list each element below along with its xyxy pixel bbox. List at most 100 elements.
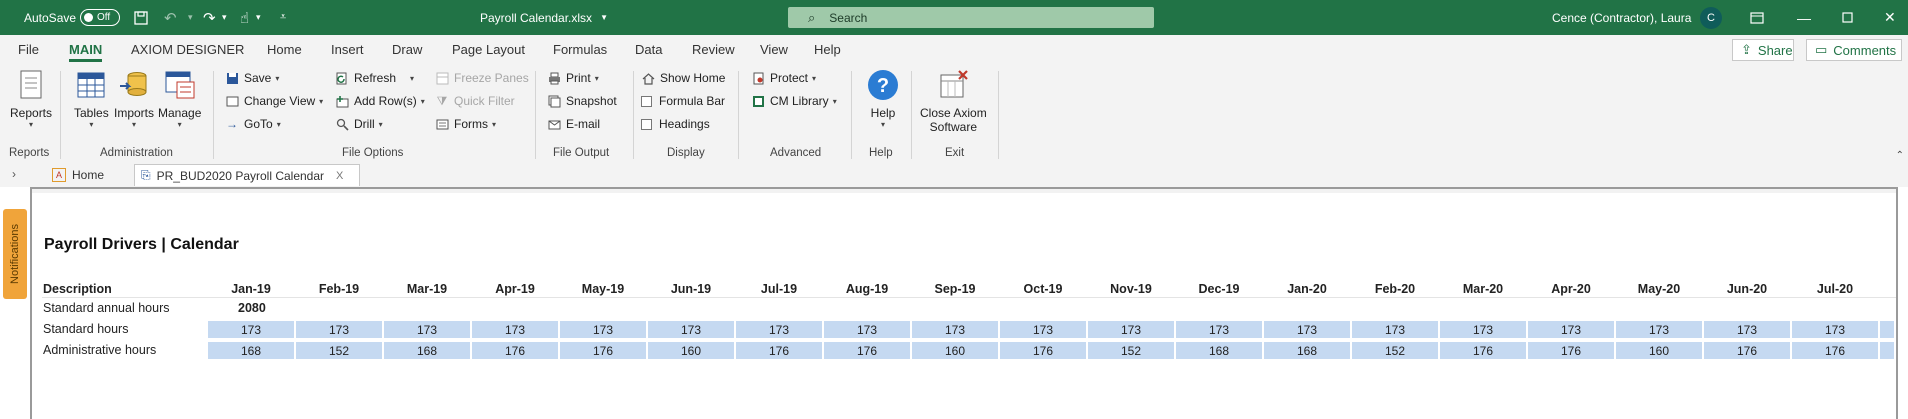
close-axiom-button[interactable]: Close Axiom Software bbox=[920, 68, 987, 134]
snapshot-button[interactable]: Snapshot bbox=[547, 94, 617, 108]
table-cell[interactable]: 173 bbox=[1792, 321, 1878, 338]
month-header[interactable]: May-20 bbox=[1619, 282, 1699, 296]
table-cell[interactable]: 160 bbox=[1616, 342, 1702, 359]
tab-file[interactable]: File bbox=[18, 42, 39, 57]
table-cell[interactable]: 168 bbox=[384, 342, 470, 359]
tab-review[interactable]: Review bbox=[692, 42, 735, 57]
table-cell[interactable]: 176 bbox=[1792, 342, 1878, 359]
table-cell[interactable]: 176 bbox=[560, 342, 646, 359]
month-header[interactable]: Feb-19 bbox=[299, 282, 379, 296]
cm-library-button[interactable]: CM Library ▾ bbox=[751, 94, 837, 108]
table-cell[interactable]: 176 bbox=[1704, 342, 1790, 359]
tab-insert[interactable]: Insert bbox=[331, 42, 364, 57]
user-name[interactable]: Cence (Contractor), Laura bbox=[1552, 0, 1691, 35]
tab-page-layout[interactable]: Page Layout bbox=[452, 42, 525, 57]
customize-qat-icon[interactable]: ⩡ bbox=[280, 0, 286, 35]
table-cell[interactable]: 173 bbox=[1440, 321, 1526, 338]
table-cell[interactable]: 173 bbox=[560, 321, 646, 338]
change-view-button[interactable]: Change View ▾ bbox=[225, 94, 323, 108]
undo-dropdown-icon[interactable]: ▾ bbox=[188, 0, 193, 35]
month-header[interactable]: Jun-20 bbox=[1707, 282, 1787, 296]
search-box[interactable]: ⌕ Search bbox=[788, 7, 1154, 28]
tab-draw[interactable]: Draw bbox=[392, 42, 422, 57]
month-header[interactable]: Jul-19 bbox=[739, 282, 819, 296]
help-button[interactable]: ? Help ▾ bbox=[866, 68, 900, 130]
expand-panel-icon[interactable]: › bbox=[12, 167, 16, 181]
tab-home[interactable]: Home bbox=[267, 42, 302, 57]
reports-button[interactable]: Reports ▾ bbox=[10, 68, 52, 130]
avatar[interactable]: C bbox=[1700, 7, 1722, 29]
notifications-tab[interactable]: Notifications bbox=[3, 209, 27, 299]
autosave-toggle[interactable]: Off bbox=[80, 9, 120, 26]
table-cell[interactable]: 173 bbox=[1704, 321, 1790, 338]
goto-button[interactable]: → GoTo ▾ bbox=[225, 117, 281, 131]
month-header[interactable]: May-19 bbox=[563, 282, 643, 296]
month-header[interactable]: Jun-19 bbox=[651, 282, 731, 296]
table-cell[interactable]: 160 bbox=[912, 342, 998, 359]
table-cell[interactable]: 173 bbox=[472, 321, 558, 338]
drill-button[interactable]: Drill ▾ bbox=[335, 117, 383, 131]
month-header[interactable]: Nov-19 bbox=[1091, 282, 1171, 296]
table-cell[interactable]: 176 bbox=[1528, 342, 1614, 359]
manage-button[interactable]: Manage ▾ bbox=[158, 68, 201, 130]
month-header[interactable]: Jul-20 bbox=[1795, 282, 1875, 296]
comments-button[interactable]: ▭ Comments bbox=[1806, 39, 1902, 61]
touch-mode-icon[interactable]: ☝ bbox=[240, 0, 249, 35]
tab-main[interactable]: MAIN bbox=[69, 42, 103, 62]
table-cell[interactable]: 173 bbox=[912, 321, 998, 338]
table-cell[interactable]: 173 bbox=[296, 321, 382, 338]
redo-icon[interactable]: ↷ bbox=[203, 0, 216, 35]
save-button[interactable]: Save ▾ bbox=[225, 71, 279, 85]
table-cell[interactable]: 176 bbox=[1000, 342, 1086, 359]
forms-button[interactable]: Forms ▾ bbox=[435, 117, 496, 131]
table-cell[interactable]: 176 bbox=[1440, 342, 1526, 359]
imports-button[interactable]: Imports ▾ bbox=[114, 68, 154, 130]
table-cell[interactable]: 173 bbox=[1000, 321, 1086, 338]
month-header[interactable]: Jan-19 bbox=[211, 282, 291, 296]
table-cell[interactable]: 176 bbox=[472, 342, 558, 359]
table-cell-overflow[interactable] bbox=[1880, 342, 1894, 359]
table-cell[interactable]: 168 bbox=[1264, 342, 1350, 359]
table-cell[interactable]: 173 bbox=[1352, 321, 1438, 338]
table-cell[interactable]: 173 bbox=[384, 321, 470, 338]
table-cell[interactable]: 168 bbox=[1176, 342, 1262, 359]
headings-checkbox[interactable]: Headings bbox=[641, 117, 710, 131]
month-header[interactable]: Apr-19 bbox=[475, 282, 555, 296]
table-cell[interactable]: 173 bbox=[1264, 321, 1350, 338]
table-cell[interactable]: 168 bbox=[208, 342, 294, 359]
month-header[interactable]: Mar-20 bbox=[1443, 282, 1523, 296]
worksheet[interactable] bbox=[32, 193, 1896, 419]
print-button[interactable]: Print ▾ bbox=[547, 71, 599, 85]
row-label-administrative-hours[interactable]: Administrative hours bbox=[43, 343, 156, 357]
email-button[interactable]: E-mail bbox=[547, 117, 600, 131]
table-cell-overflow[interactable] bbox=[1880, 321, 1894, 338]
freeze-panes-button[interactable]: Freeze Panes bbox=[435, 71, 529, 85]
tab-view[interactable]: View bbox=[760, 42, 788, 57]
close-icon[interactable]: ✕ bbox=[1884, 0, 1896, 35]
table-cell[interactable]: 173 bbox=[824, 321, 910, 338]
tab-data[interactable]: Data bbox=[635, 42, 662, 57]
show-home-button[interactable]: Show Home bbox=[641, 71, 725, 85]
table-cell[interactable]: 152 bbox=[1088, 342, 1174, 359]
row-label-standard-hours[interactable]: Standard hours bbox=[43, 322, 128, 336]
month-header[interactable]: Apr-20 bbox=[1531, 282, 1611, 296]
table-cell[interactable]: 152 bbox=[296, 342, 382, 359]
refresh-button[interactable]: Refresh ▾ bbox=[335, 71, 414, 85]
month-header[interactable]: Jan-20 bbox=[1267, 282, 1347, 296]
month-header[interactable]: Sep-19 bbox=[915, 282, 995, 296]
table-cell[interactable]: 173 bbox=[736, 321, 822, 338]
month-header[interactable]: Dec-19 bbox=[1179, 282, 1259, 296]
minimize-icon[interactable]: — bbox=[1797, 0, 1811, 35]
tab-help[interactable]: Help bbox=[814, 42, 841, 57]
add-rows-button[interactable]: Add Row(s) ▾ bbox=[335, 94, 425, 108]
touch-dropdown-icon[interactable]: ▾ bbox=[256, 0, 261, 35]
month-header[interactable]: Feb-20 bbox=[1355, 282, 1435, 296]
maximize-icon[interactable] bbox=[1842, 0, 1853, 35]
formula-bar-checkbox[interactable]: Formula Bar bbox=[641, 94, 725, 108]
document-title[interactable]: Payroll Calendar.xlsx ▼ bbox=[480, 0, 608, 35]
table-cell[interactable]: 173 bbox=[648, 321, 734, 338]
save-icon[interactable] bbox=[134, 0, 148, 35]
table-cell[interactable]: 173 bbox=[1616, 321, 1702, 338]
table-cell[interactable]: 152 bbox=[1352, 342, 1438, 359]
share-button[interactable]: ⇪ Share bbox=[1732, 39, 1794, 61]
